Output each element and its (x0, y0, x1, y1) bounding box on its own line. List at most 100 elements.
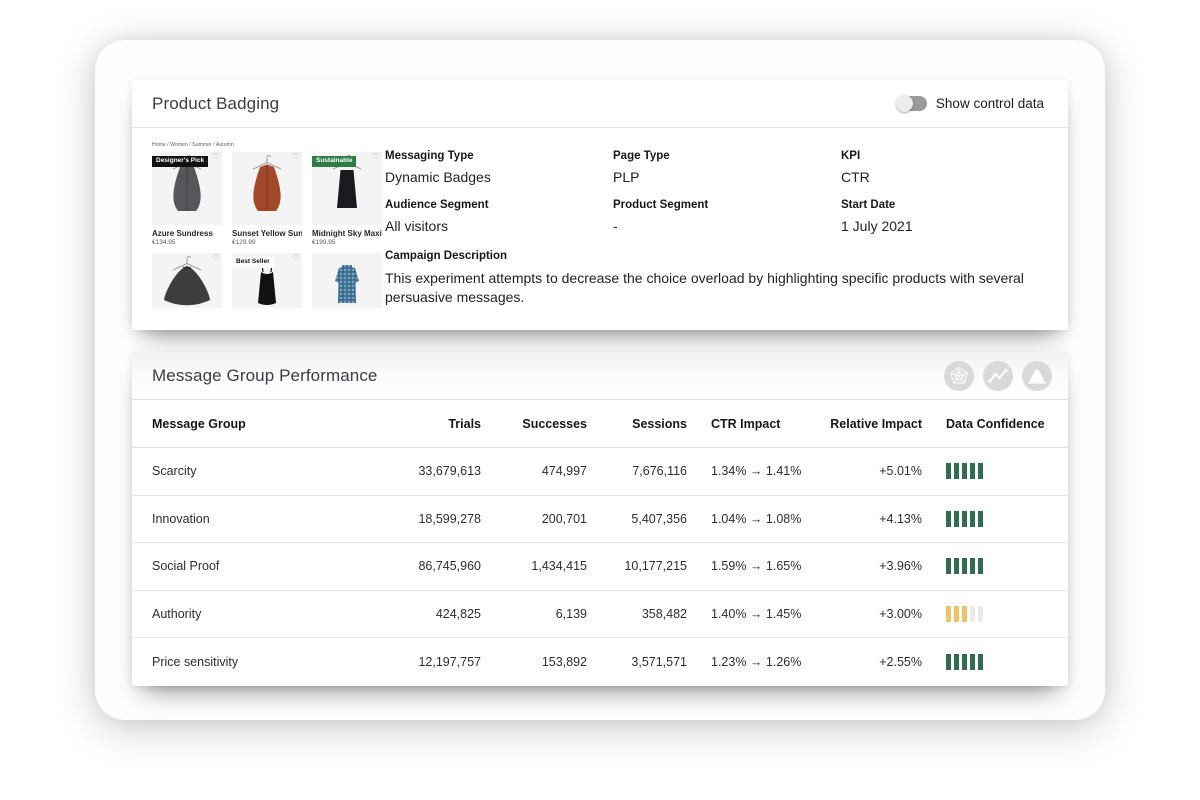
content-frame: Product Badging Show control data Home /… (95, 40, 1105, 720)
product-image: ♡ (232, 152, 302, 225)
message-group-cell: Authority (152, 607, 390, 621)
meta-item: Start Date1 July 2021 (841, 199, 1071, 234)
campaign-description-text: This experiment attempts to decrease the… (385, 269, 1035, 307)
meta-value: PLP (613, 169, 841, 185)
meta-label: Messaging Type (385, 150, 613, 162)
meta-item: Product Segment- (613, 199, 841, 234)
meta-label: Start Date (841, 199, 1071, 211)
confidence-bar (970, 654, 975, 670)
table-row[interactable]: Price sensitivity12,197,757153,8923,571,… (132, 638, 1068, 686)
confidence-bar (978, 511, 983, 527)
table-body: Scarcity33,679,613474,9977,676,1161.34% … (132, 448, 1068, 686)
wishlist-heart-icon[interactable]: ♡ (292, 254, 299, 262)
column-header: Successes (481, 417, 587, 431)
sessions-cell: 358,482 (587, 607, 687, 621)
wishlist-heart-icon[interactable]: ♡ (212, 254, 219, 262)
toggle-knob (896, 95, 913, 112)
bell-curve-icon[interactable] (1022, 361, 1052, 391)
meta-label: Product Segment (613, 199, 841, 211)
meta-item: Messaging TypeDynamic Badges (385, 150, 613, 185)
ctr-impact-cell: 1.23% → 1.26% (687, 655, 820, 669)
performance-card-title: Message Group Performance (152, 366, 378, 386)
confidence-bar (970, 463, 975, 479)
data-confidence-cell (922, 654, 1048, 670)
meta-label: KPI (841, 150, 1071, 162)
confidence-bar (962, 463, 967, 479)
column-header: CTR Impact (687, 417, 820, 431)
wishlist-heart-icon[interactable]: ♡ (372, 153, 379, 161)
trials-cell: 86,745,960 (390, 559, 481, 573)
confidence-bar (954, 463, 959, 479)
relative-impact-cell: +4.13% (820, 512, 922, 526)
confidence-bar (954, 654, 959, 670)
product-price: €134.95 (152, 239, 222, 246)
product-tile[interactable]: Designer's Pick♡Azure Sundress€134.95 (152, 152, 222, 246)
wishlist-heart-icon[interactable]: ♡ (212, 153, 219, 161)
show-control-data-toggle[interactable]: Show control data (897, 96, 1044, 111)
confidence-bar (978, 654, 983, 670)
ctr-impact-cell: 1.59% → 1.65% (687, 559, 820, 573)
meta-item: KPI CTR (841, 150, 1071, 185)
confidence-bar (954, 606, 959, 622)
trials-cell: 18,599,278 (390, 512, 481, 526)
product-tile[interactable]: ♡ (152, 253, 222, 308)
column-header: Message Group (152, 417, 390, 431)
meta-label: Audience Segment (385, 199, 613, 211)
toggle-switch[interactable] (897, 96, 927, 111)
product-tile[interactable]: Sustainable♡Midnight Sky Maxi Dres€199.9… (312, 152, 382, 246)
confidence-bar (970, 606, 975, 622)
line-chart-icon[interactable] (983, 361, 1013, 391)
table-row[interactable]: Innovation18,599,278200,7015,407,3561.04… (132, 496, 1068, 544)
table-row[interactable]: Social Proof86,745,9601,434,41510,177,21… (132, 543, 1068, 591)
product-badging-card: Product Badging Show control data Home /… (132, 80, 1068, 330)
ctr-impact-cell: 1.40% → 1.45% (687, 607, 820, 621)
confidence-bar (946, 463, 951, 479)
column-header: Sessions (587, 417, 687, 431)
successes-cell: 153,892 (481, 655, 587, 669)
product-badge: Sustainable (312, 156, 356, 167)
product-price: €199.95 (312, 239, 382, 246)
performance-card-header: Message Group Performance (132, 352, 1068, 400)
product-name: Sunset Yellow Sundress (232, 229, 302, 238)
confidence-bar (962, 558, 967, 574)
confidence-bars (946, 463, 1048, 479)
message-group-cell: Price sensitivity (152, 655, 390, 669)
product-card-body: Home / Women / Summer / Autumn Designer'… (132, 128, 1068, 329)
meta-item: Audience Segment All visitors (385, 199, 613, 234)
confidence-bars (946, 558, 1048, 574)
trials-cell: 424,825 (390, 607, 481, 621)
table-row[interactable]: Scarcity33,679,613474,9977,676,1161.34% … (132, 448, 1068, 496)
message-group-cell: Innovation (152, 512, 390, 526)
product-tile[interactable] (312, 253, 382, 308)
relative-impact-cell: +3.00% (820, 607, 922, 621)
confidence-bar (946, 558, 951, 574)
product-tile[interactable]: ♡Sunset Yellow Sundress€129.99 (232, 152, 302, 246)
page: Product Badging Show control data Home /… (0, 0, 1200, 800)
sessions-cell: 10,177,215 (587, 559, 687, 573)
message-group-cell: Social Proof (152, 559, 390, 573)
toggle-label: Show control data (936, 96, 1044, 111)
product-image: Designer's Pick♡ (152, 152, 222, 225)
confidence-bar (970, 558, 975, 574)
meta-value: All visitors (385, 218, 613, 234)
radar-chart-icon[interactable] (944, 361, 974, 391)
confidence-bar (962, 654, 967, 670)
confidence-bars (946, 606, 1048, 622)
product-image: Sustainable ♡ (312, 152, 382, 225)
data-confidence-cell (922, 463, 1048, 479)
successes-cell: 1,434,415 (481, 559, 587, 573)
confidence-bar (946, 511, 951, 527)
product-card-title: Product Badging (152, 94, 279, 114)
meta-item: Page TypePLP (613, 150, 841, 185)
wishlist-heart-icon[interactable]: ♡ (292, 153, 299, 161)
column-header: Data Confidence (922, 417, 1048, 431)
product-tiles-row-1: Designer's Pick♡Azure Sundress€134.95♡Su… (152, 152, 382, 246)
trials-cell: 33,679,613 (390, 464, 481, 478)
product-image: Best Seller♡ (232, 253, 302, 308)
campaign-description-block: Campaign Description This experiment att… (385, 250, 1035, 307)
sessions-cell: 3,571,571 (587, 655, 687, 669)
successes-cell: 200,701 (481, 512, 587, 526)
table-row[interactable]: Authority424,8256,139358,4821.40% → 1.45… (132, 591, 1068, 639)
meta-value: CTR (841, 169, 1071, 185)
product-tile[interactable]: Best Seller♡ (232, 253, 302, 308)
